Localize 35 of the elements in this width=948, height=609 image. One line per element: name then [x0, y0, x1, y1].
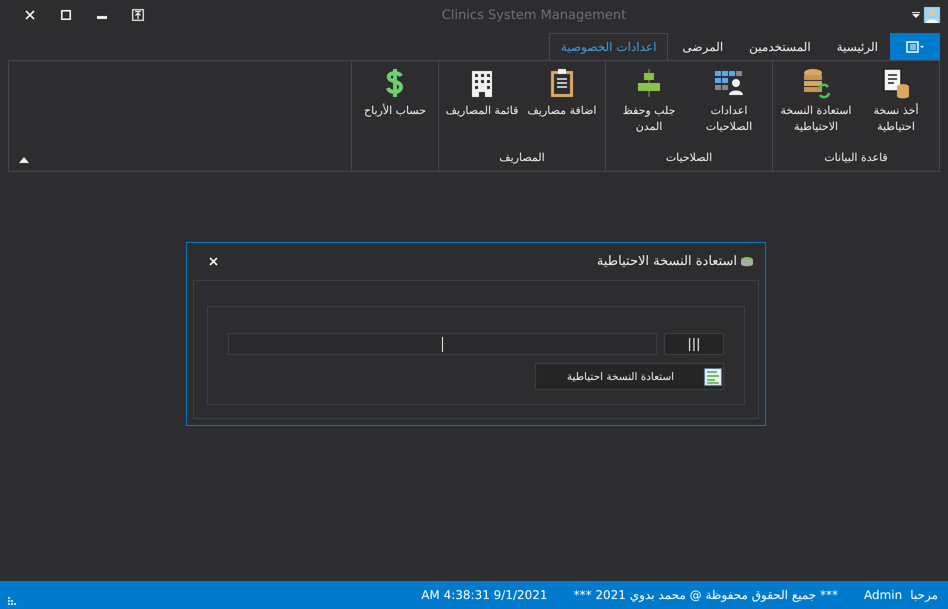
menu-icon: [906, 40, 924, 52]
ribbon-button[interactable]: حساب الأرباح: [355, 63, 435, 147]
ribbon-tab[interactable]: الرئيسية: [824, 33, 890, 60]
user-name: Admin: [864, 588, 902, 602]
dropdown-caret-icon[interactable]: [912, 12, 920, 18]
file-path-field[interactable]: [228, 333, 657, 355]
resize-grip-icon[interactable]: [8, 597, 18, 605]
close-button[interactable]: [207, 254, 219, 268]
close-icon: [25, 10, 35, 20]
greeting-text: مرحبا: [910, 588, 938, 602]
database-icon: [739, 256, 755, 268]
group-label: قاعدة البيانات: [823, 150, 889, 166]
close-icon: [208, 257, 218, 266]
date-time: AM 4:38:31 9/1/2021: [421, 588, 548, 602]
group-label: المصاريف: [498, 150, 546, 166]
collapse-ribbon-button[interactable]: [19, 156, 29, 163]
application-menu-button[interactable]: [890, 33, 940, 60]
ribbon-button[interactable]: استعادة النسخة الاحتياطية: [776, 63, 856, 147]
copyright-text: *** جميع الحقوق محفوظة @ محمد بدوي 2021 ***: [574, 588, 838, 602]
maximize-icon: [61, 10, 71, 20]
ribbon-tab[interactable]: اعدادات الخصوصية: [548, 33, 668, 60]
browse-button[interactable]: |||: [664, 333, 724, 355]
ribbon-button[interactable]: قائمة المصاريف: [442, 63, 522, 147]
ribbon-button[interactable]: اضافة مصاريف: [522, 63, 602, 147]
upload-box-icon: [132, 9, 144, 21]
ribbon-button[interactable]: جلب وحفظ المدن: [609, 63, 689, 147]
dialog-title: استعادة النسخة الاحتياطية: [596, 254, 737, 269]
ribbon-tab[interactable]: المستخدمين: [737, 33, 823, 60]
window-title: Clinics System Management: [440, 8, 628, 22]
ribbon-tab[interactable]: المرضى: [670, 33, 736, 60]
group-label: الصلاحيات: [664, 150, 714, 166]
ribbon-button[interactable]: اعدادات الصلاحيات: [689, 63, 769, 147]
ribbon-button[interactable]: أخذ نسخة احتياطية: [856, 63, 936, 147]
list-icon: [704, 368, 722, 386]
restore-button[interactable]: استعادة النسخة احتياطية: [535, 363, 724, 390]
